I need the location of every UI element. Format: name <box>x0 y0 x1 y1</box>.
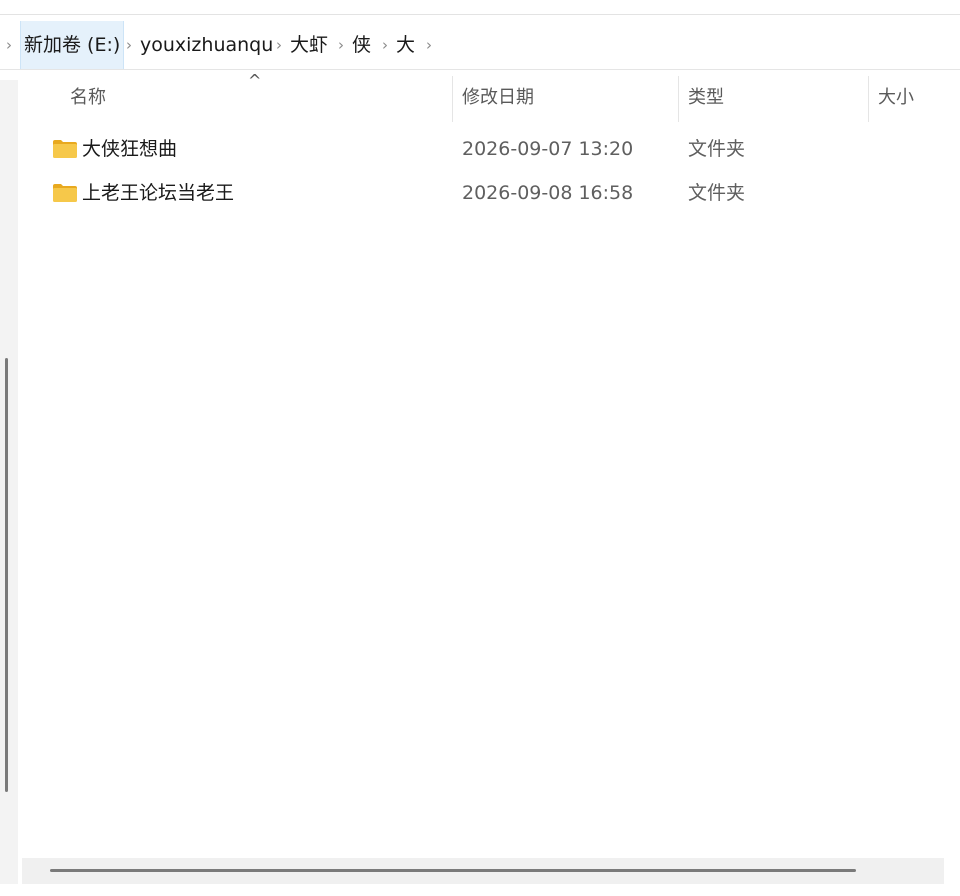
file-name[interactable]: 大侠狂想曲 <box>82 128 177 170</box>
breadcrumb-chevron-icon[interactable]: › <box>338 21 344 69</box>
file-modified-date: 2026-09-08 16:58 <box>462 182 634 204</box>
file-name[interactable]: 上老王论坛当老王 <box>82 172 234 214</box>
address-bar[interactable]: › 新加卷 (E:) › youxizhuanqu › 大虾 › 侠 › 大 › <box>0 21 960 70</box>
breadcrumb-item-daxia[interactable]: 大虾 <box>290 21 328 69</box>
breadcrumb-item-xia[interactable]: 侠 <box>352 21 371 69</box>
column-divider[interactable] <box>868 76 869 122</box>
breadcrumb-item-da[interactable]: 大 <box>396 21 415 69</box>
file-row[interactable]: 上老王论坛当老王 2026-09-08 16:58 文件夹 <box>22 172 944 214</box>
breadcrumb-chevron-icon[interactable]: › <box>426 21 432 69</box>
file-modified-date: 2026-09-07 13:20 <box>462 138 634 160</box>
breadcrumb-chevron-icon[interactable]: › <box>126 21 132 69</box>
folder-icon <box>53 184 77 202</box>
column-header-row: ^ 名称 修改日期 类型 大小 <box>22 72 944 122</box>
column-divider[interactable] <box>452 76 453 122</box>
breadcrumb-chevron-icon[interactable]: › <box>382 21 388 69</box>
toolbar-strip <box>0 0 960 15</box>
breadcrumb-item-youxizhuanqu[interactable]: youxizhuanqu <box>140 21 273 69</box>
column-header-name[interactable]: 名称 <box>70 72 106 122</box>
breadcrumb-chevron-icon[interactable]: › <box>276 21 282 69</box>
file-row[interactable]: 大侠狂想曲 2026-09-07 13:20 文件夹 <box>22 128 944 170</box>
column-header-modified[interactable]: 修改日期 <box>462 72 534 122</box>
file-type: 文件夹 <box>688 182 746 204</box>
file-list: ^ 名称 修改日期 类型 大小 大侠狂想曲 2026-09-07 13:20 文… <box>22 72 944 858</box>
breadcrumb-expand-chevron-icon[interactable]: › <box>6 21 12 69</box>
navigation-pane-scrollbar[interactable] <box>5 358 8 792</box>
navigation-pane[interactable] <box>0 80 18 884</box>
column-divider[interactable] <box>678 76 679 122</box>
right-edge <box>944 72 960 884</box>
file-explorer-window: › 新加卷 (E:) › youxizhuanqu › 大虾 › 侠 › 大 ›… <box>0 0 960 896</box>
sort-ascending-icon: ^ <box>248 71 262 90</box>
horizontal-scrollbar-thumb[interactable] <box>50 869 856 872</box>
horizontal-scrollbar[interactable] <box>22 858 944 884</box>
file-type: 文件夹 <box>688 138 746 160</box>
column-header-size[interactable]: 大小 <box>878 72 914 122</box>
folder-icon <box>53 140 77 158</box>
breadcrumb-item-drive[interactable]: 新加卷 (E:) <box>20 21 125 69</box>
column-header-type[interactable]: 类型 <box>688 72 724 122</box>
